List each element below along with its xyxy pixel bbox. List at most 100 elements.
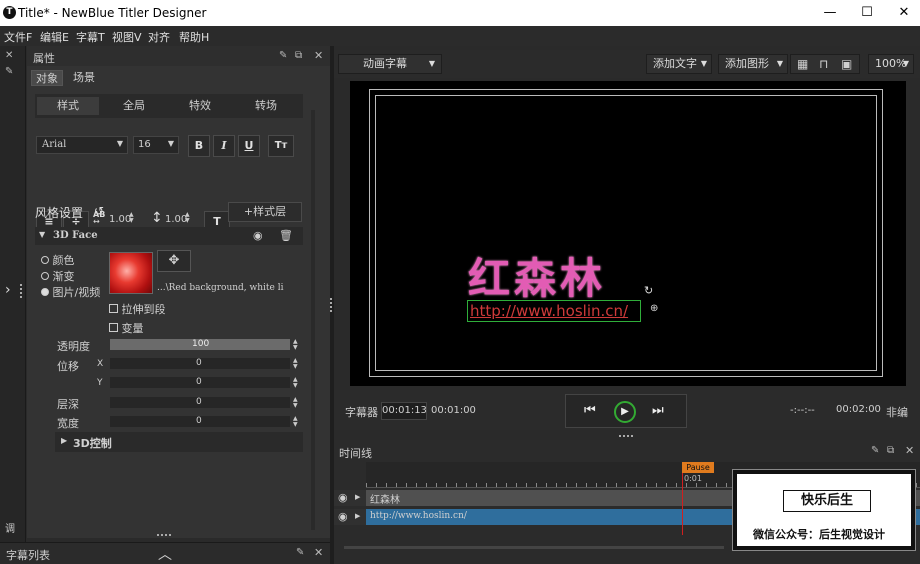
app-icon: T [3,6,16,19]
pin-icon[interactable]: ✎ [871,445,879,456]
collapse-icon[interactable]: ▼ [39,230,45,239]
menu-view[interactable]: 视图V [112,29,142,45]
fill-gradient-label: 渐变 [52,270,75,283]
transform-checkbox[interactable]: 变量 [109,320,144,336]
preview-canvas[interactable]: 红森林 http://www.hoslin.cn/ ↻ ⊕ [350,81,906,386]
scrollbar[interactable] [311,110,315,530]
pin-icon[interactable]: ✎ [5,66,13,77]
menu-edit[interactable]: 编辑E [40,29,69,45]
fill-color-option[interactable]: 颜色 [41,252,75,268]
add-text-button[interactable]: 添加文字 ▼ [646,54,712,74]
minimize-button[interactable]: — [820,4,840,22]
expand-icon[interactable]: ▶ [61,436,67,445]
checkbox-icon [109,323,118,332]
title-text[interactable]: 红森林 [468,245,606,306]
3d-control-row[interactable]: ▶ 3D控制 [55,432,303,452]
fill-gradient-option[interactable]: 渐变 [41,268,75,284]
pin-icon[interactable]: ✎ [296,547,304,558]
subtab-transition[interactable]: 转场 [235,97,297,115]
menu-file[interactable]: 文件F [4,29,32,45]
timeline-scrollbar[interactable] [344,546,724,549]
splitter-handle[interactable] [157,534,171,537]
stretch-checkbox[interactable]: 拉伸到段 [109,301,166,317]
width-stepper[interactable]: ▲ ▼ [293,416,301,428]
close-icon[interactable]: ✕ [5,50,13,61]
window-title: Title* - NewBlue Titler Designer [18,6,207,20]
add-style-layer-button[interactable]: +样式层 [228,202,302,222]
tracking-stepper[interactable]: ▲ ▼ [129,212,137,224]
text-case-button[interactable]: Tт [268,135,294,157]
zoom-dropdown[interactable]: 100% ▼ [868,54,914,74]
edit-mode-label[interactable]: 非编 [886,404,908,420]
pause-marker[interactable]: Pause [682,462,714,473]
transform-label: 变量 [121,322,144,335]
previous-icon[interactable]: ⏮ [584,403,596,418]
fill-image-option[interactable]: 图片/视频 [41,284,100,300]
pin-icon[interactable]: ✎ [279,50,287,61]
offset-x-slider[interactable]: 0 [110,358,290,369]
move-icon[interactable]: ✥ [157,250,191,272]
eye-icon[interactable]: ◉ [338,510,348,523]
frame-icon[interactable]: ▣ [841,57,852,71]
rotate-handle-icon[interactable]: ↻ [644,284,653,297]
close-icon[interactable]: ✕ [314,49,323,62]
face-layer-row[interactable]: ▼ 3D Face ◉ 🗑 [35,227,303,245]
image-thumbnail[interactable] [109,252,153,294]
italic-button[interactable]: I [213,135,235,157]
subtab-global[interactable]: 全局 [103,97,165,115]
expand-arrow-icon[interactable]: › [5,282,11,298]
eye-icon[interactable]: ◉ [253,229,263,242]
title-mode-dropdown[interactable]: 动画字幕 ▼ [338,54,442,74]
tab-scene[interactable]: 场景 [67,70,101,86]
line-spacing-value[interactable]: 1.00 [165,214,187,225]
tab-object[interactable]: 对象 [31,70,63,86]
float-icon[interactable]: ⧉ [887,445,894,456]
underline-button[interactable]: U [238,135,260,157]
opacity-stepper[interactable]: ▲ ▼ [293,339,301,351]
opacity-slider[interactable]: 100 [110,339,290,350]
subtab-style[interactable]: 样式 [37,97,99,115]
offset-y-stepper[interactable]: ▲ ▼ [293,377,301,389]
next-icon[interactable]: ⏭ [652,403,664,418]
tracking-value[interactable]: 1.00 [109,214,131,225]
total-time: 00:02:00 [836,404,881,415]
splitter-grip[interactable] [330,298,333,312]
menu-align[interactable]: 对齐 [148,29,170,45]
expand-icon[interactable]: ▶ [355,493,360,501]
y-label: Y [97,378,103,388]
menu-title[interactable]: 字幕T [76,29,105,45]
maximize-button[interactable]: ☐ [857,4,877,22]
safe-area-icon[interactable]: ⊓ [819,57,828,71]
line-spacing-stepper[interactable]: ▲ ▼ [185,212,193,224]
bold-button[interactable]: B [188,135,210,157]
offset-label: 位移 [57,360,79,373]
offset-y-slider[interactable]: 0 [110,377,290,388]
url-text[interactable]: http://www.hoslin.cn/ [470,302,628,320]
horizontal-splitter[interactable] [619,435,633,438]
trash-icon[interactable]: 🗑 [279,229,293,242]
close-icon[interactable]: ✕ [314,546,323,559]
width-slider[interactable]: 0 [110,416,290,427]
offset-x-stepper[interactable]: ▲ ▼ [293,358,301,370]
playhead[interactable] [682,473,683,535]
font-size-select[interactable]: 16 ▼ [133,136,179,154]
font-select[interactable]: Arial ▼ [36,136,128,154]
anchor-icon[interactable]: ⊕ [650,303,658,314]
current-time-field[interactable]: 00:01:13 [381,402,427,420]
grid-icon[interactable]: ▦ [797,57,808,71]
chevron-up-icon[interactable]: ︿ [158,544,172,564]
reset-icon[interactable]: ↺ [94,204,104,218]
close-icon[interactable]: ✕ [905,444,914,457]
eye-icon[interactable]: ◉ [338,491,348,504]
add-shape-button[interactable]: 添加图形 ▼ [718,54,788,74]
caption-list-title: 字幕列表 [6,549,50,562]
depth-stepper[interactable]: ▲ ▼ [293,397,301,409]
depth-slider[interactable]: 0 [110,397,290,408]
menu-help[interactable]: 帮助H [179,29,209,45]
float-icon[interactable]: ⧉ [295,50,302,61]
expand-icon[interactable]: ▶ [355,512,360,520]
subtab-effects[interactable]: 特效 [169,97,231,115]
close-button[interactable]: ✕ [894,4,914,22]
play-button[interactable]: ▶ [614,401,636,423]
splitter-handle[interactable] [20,284,23,298]
